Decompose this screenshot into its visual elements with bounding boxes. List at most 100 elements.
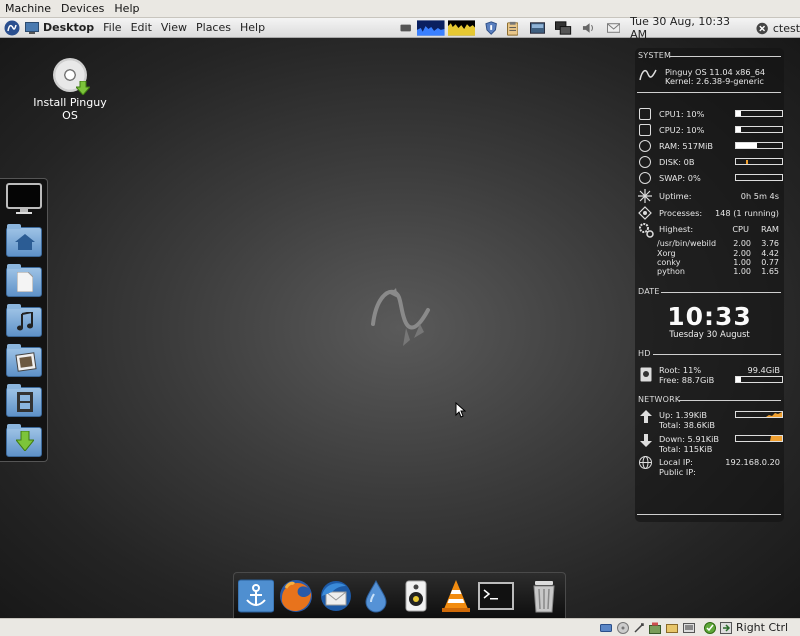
pictures-folder-icon[interactable]	[6, 344, 42, 379]
menu-file[interactable]: File	[103, 21, 121, 34]
ram-icon	[639, 140, 651, 152]
volume-icon[interactable]	[582, 22, 595, 34]
places-crumb-desktop[interactable]: Desktop	[25, 21, 94, 34]
cpu2-row: CPU2: 10%	[637, 123, 783, 137]
main-menu-button[interactable]	[4, 20, 20, 36]
capture-status-icon[interactable]	[683, 622, 695, 634]
disk-icon	[639, 156, 651, 168]
disk-activity-mark	[746, 160, 748, 164]
public-ip-label: Public IP:	[659, 467, 696, 477]
install-pinguy-desktop-icon[interactable]: Install Pinguy OS	[24, 58, 116, 122]
home-folder-icon[interactable]	[6, 224, 42, 259]
network-status-icon[interactable]	[649, 622, 661, 634]
upload-graph	[735, 411, 783, 418]
ram-bar	[735, 142, 783, 149]
usb-status-icon[interactable]	[633, 622, 645, 634]
process-cpu: 2.00	[733, 239, 751, 248]
documents-folder-icon[interactable]	[6, 264, 42, 299]
gears-icon	[639, 223, 654, 238]
cd-installer-icon	[53, 58, 90, 95]
trash-icon[interactable]	[526, 578, 562, 614]
process-row: /usr/bin/webild 2.00 3.76	[657, 239, 781, 249]
monitor-icon[interactable]	[6, 183, 42, 215]
shared-folder-status-icon[interactable]	[666, 622, 678, 634]
root-fill	[736, 377, 742, 382]
cpu-graph-icon[interactable]	[417, 20, 445, 36]
cpu1-bar	[735, 110, 783, 117]
menu-machine[interactable]: Machine	[0, 2, 56, 15]
music-folder-icon[interactable]	[6, 304, 42, 339]
ram-label: RAM: 517MiB	[659, 141, 713, 151]
system-header: SYSTEM	[638, 51, 672, 60]
menu-devices[interactable]: Devices	[56, 2, 109, 15]
network-divider	[679, 400, 781, 401]
clipboard-icon[interactable]	[506, 21, 519, 36]
desktop-icon	[25, 21, 39, 34]
mouse-integration-icon[interactable]	[704, 622, 716, 634]
highest-label: Highest:	[659, 224, 694, 234]
process-ram: 0.77	[761, 258, 779, 267]
date-divider	[661, 292, 781, 293]
downloads-folder-icon[interactable]	[6, 424, 42, 459]
divider	[637, 92, 781, 93]
pinguy-logo-icon	[639, 69, 657, 81]
download-total: Total: 115KiB	[659, 444, 713, 454]
process-ram: 3.76	[761, 239, 779, 248]
menu-help[interactable]: Help	[109, 2, 144, 15]
process-name: /usr/bin/webild	[657, 239, 717, 248]
speaker-icon[interactable]	[398, 578, 434, 614]
processes-label: Processes:	[659, 208, 703, 218]
user-icon[interactable]	[756, 22, 769, 35]
user-name[interactable]: ctest	[773, 22, 800, 35]
cpu-column-header: CPU	[732, 224, 749, 234]
mail-icon[interactable]	[606, 23, 621, 33]
terminal-icon[interactable]	[478, 578, 514, 614]
keyboard-icon[interactable]	[400, 23, 411, 33]
kernel-version: Kernel: 2.6.38-9-generic	[665, 76, 764, 86]
swap-row: SWAP: 0%	[637, 171, 783, 185]
process-ram: 4.42	[761, 249, 779, 258]
process-row: python 1.00 1.65	[657, 267, 781, 277]
cpu-icon	[639, 108, 651, 120]
uptime-row: Uptime: 0h 5m 4s	[637, 189, 783, 203]
menu-edit[interactable]: Edit	[131, 21, 152, 34]
hard-disk-status-icon[interactable]	[600, 622, 612, 634]
download-speed: Down: 5.91KiB	[659, 434, 720, 444]
process-name: python	[657, 267, 685, 276]
root-bar	[735, 376, 783, 383]
processes-row: Processes: 148 (1 running)	[637, 206, 783, 220]
host-key-arrow-icon[interactable]	[720, 622, 732, 634]
cpu1-fill	[736, 111, 741, 116]
uptime-value: 0h 5m 4s	[740, 191, 779, 201]
anchor-icon[interactable]	[237, 578, 275, 614]
droplet-icon[interactable]	[358, 578, 394, 614]
memory-graph-icon[interactable]	[447, 20, 476, 36]
menu-view[interactable]: View	[161, 21, 187, 34]
bottom-dock	[233, 572, 566, 618]
videos-folder-icon[interactable]	[6, 384, 42, 419]
process-name: Xorg	[657, 249, 676, 258]
network-icon[interactable]	[555, 21, 572, 35]
menu-places[interactable]: Places	[196, 21, 231, 34]
thunderbird-icon[interactable]	[318, 578, 354, 614]
conky-system-monitor: SYSTEM Pinguy OS 11.04 x86_64 Kernel: 2.…	[635, 48, 784, 522]
swap-bar	[735, 174, 783, 181]
optical-drive-status-icon[interactable]	[617, 622, 629, 634]
install-icon-label: Install Pinguy OS	[33, 96, 107, 122]
download-arrow-icon	[640, 434, 652, 447]
bottom-divider	[637, 514, 781, 515]
hard-drive-icon	[640, 367, 652, 382]
vlc-icon[interactable]	[438, 578, 474, 614]
cpu2-label: CPU2: 10%	[659, 125, 705, 135]
ram-column-header: RAM	[760, 224, 779, 234]
host-key-label: Right Ctrl	[736, 621, 789, 634]
process-cpu: 2.00	[733, 249, 751, 258]
ram-row: RAM: 517MiB	[637, 139, 783, 153]
vbox-status-bar: Right Ctrl	[0, 618, 800, 636]
shield-icon[interactable]	[485, 21, 498, 35]
menu-help-guest[interactable]: Help	[240, 21, 265, 34]
hd-divider	[653, 354, 781, 355]
firefox-icon[interactable]	[278, 578, 314, 614]
disk-bar	[735, 158, 783, 165]
display-icon[interactable]	[530, 22, 546, 34]
